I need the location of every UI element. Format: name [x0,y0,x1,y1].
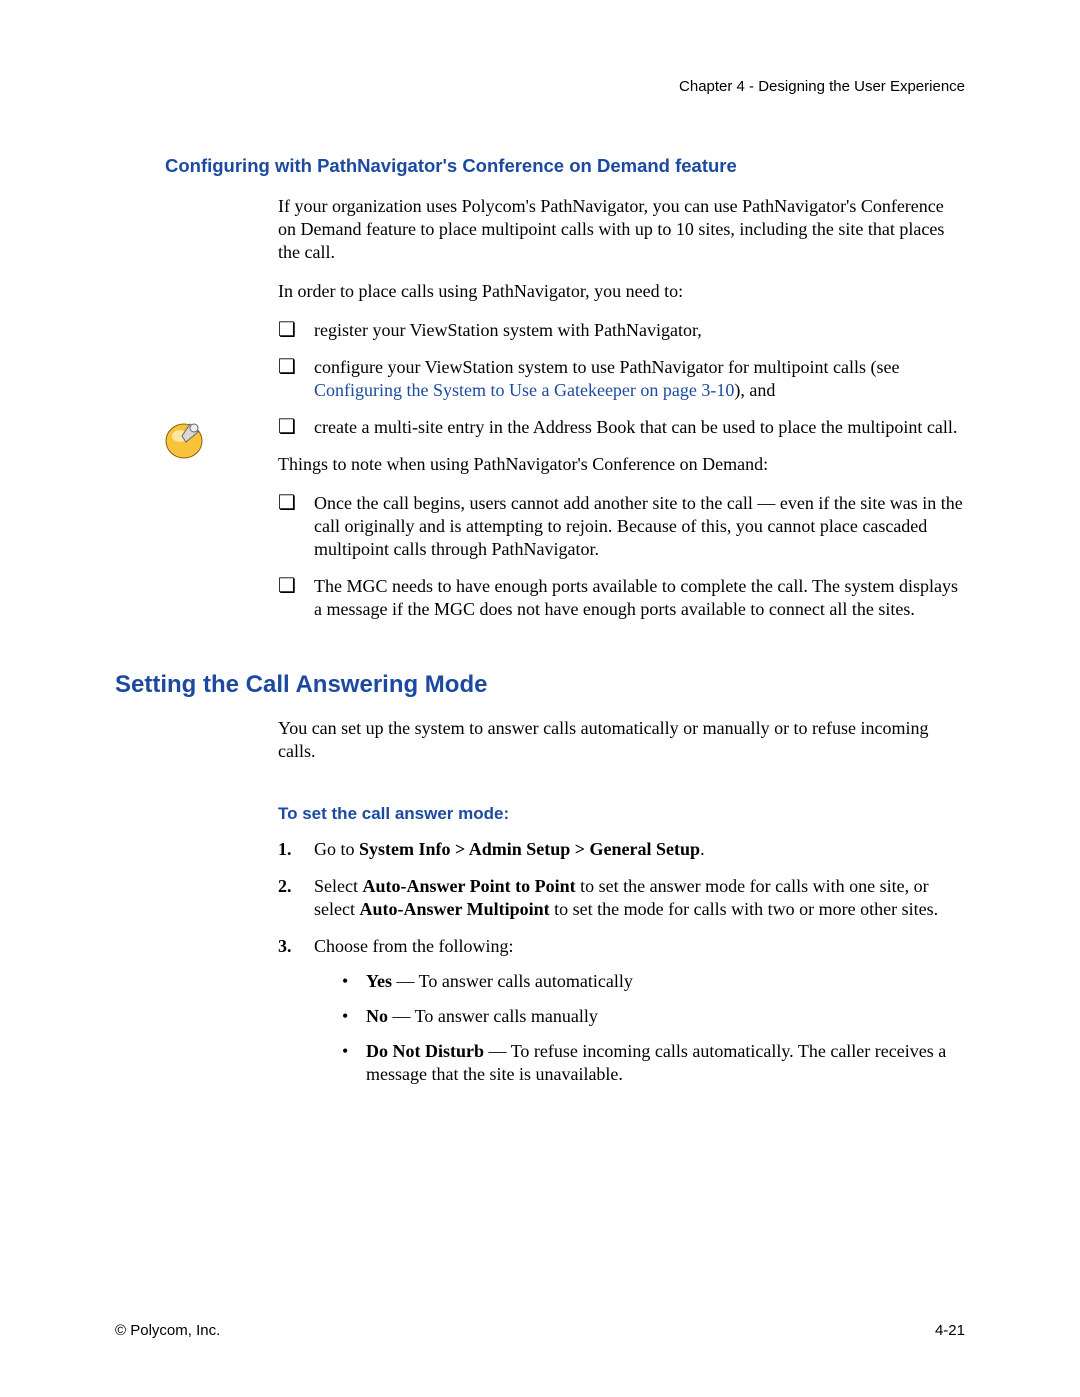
pushpin-note-icon [160,414,208,467]
option-list: Yes — To answer calls automatically No —… [336,970,965,1086]
step-item: 2. Select Auto-Answer Point to Point to … [278,875,965,921]
page-footer: © Polycom, Inc. 4-21 [115,1322,965,1339]
step-item: 1. Go to System Info > Admin Setup > Gen… [278,838,965,861]
option-item: No — To answer calls manually [336,1005,965,1028]
checklist-text: The MGC needs to have enough ports avail… [314,576,958,619]
option-item: Do Not Disturb — To refuse incoming call… [336,1040,965,1086]
procedure-heading: To set the call answer mode: [278,804,965,824]
checklist-text: create a multi-site entry in the Address… [314,417,957,437]
checklist-item: The MGC needs to have enough ports avail… [278,575,965,621]
ui-option: Auto-Answer Multipoint [359,899,549,919]
checklist-text: register your ViewStation system with Pa… [314,320,702,340]
footer-page-number: 4-21 [935,1322,965,1339]
step-text-post: . [700,839,705,859]
section1-body: If your organization uses Polycom's Path… [278,195,965,621]
section-heading-answer-mode: Setting the Call Answering Mode [115,671,965,699]
section2-body: You can set up the system to answer call… [278,717,965,1085]
option-desc: — To answer calls automatically [392,971,633,991]
checklist-text-post: ), and [734,380,775,400]
option-item: Yes — To answer calls automatically [336,970,965,993]
checklist-requirements: register your ViewStation system with Pa… [278,319,965,439]
option-desc: — To answer calls manually [388,1006,598,1026]
checklist-item: create a multi-site entry in the Address… [278,416,965,439]
step-item: 3. Choose from the following: Yes — To a… [278,935,965,1086]
page: Chapter 4 - Designing the User Experienc… [0,0,1080,1397]
checklist-text-pre: configure your ViewStation system to use… [314,357,899,377]
step-number: 1. [278,838,292,861]
step-number: 3. [278,935,292,958]
step-text-pre: Go to [314,839,359,859]
checklist-item: Once the call begins, users cannot add a… [278,492,965,561]
checklist-item: register your ViewStation system with Pa… [278,319,965,342]
numbered-steps: 1. Go to System Info > Admin Setup > Gen… [278,838,965,1086]
option-name: Do Not Disturb [366,1041,484,1061]
paragraph: In order to place calls using PathNaviga… [278,280,965,303]
cross-reference-link[interactable]: Configuring the System to Use a Gatekeep… [314,380,734,400]
footer-copyright: © Polycom, Inc. [115,1322,220,1339]
section-heading-pathnav: Configuring with PathNavigator's Confere… [165,155,965,177]
checklist-notes: Once the call begins, users cannot add a… [278,492,965,621]
paragraph: You can set up the system to answer call… [278,717,965,763]
paragraph: If your organization uses Polycom's Path… [278,195,965,264]
chapter-header: Chapter 4 - Designing the User Experienc… [115,78,965,95]
checklist-text: Once the call begins, users cannot add a… [314,493,963,559]
ui-path: System Info > Admin Setup > General Setu… [359,839,700,859]
content-area: Configuring with PathNavigator's Confere… [165,155,965,1086]
option-name: No [366,1006,388,1026]
checklist-item: configure your ViewStation system to use… [278,356,965,402]
step-text: Choose from the following: [314,936,513,956]
ui-option: Auto-Answer Point to Point [362,876,575,896]
step-number: 2. [278,875,292,898]
step-text-post: to set the mode for calls with two or mo… [550,899,938,919]
step-text-pre: Select [314,876,362,896]
option-name: Yes [366,971,392,991]
paragraph: Things to note when using PathNavigator'… [278,453,965,476]
